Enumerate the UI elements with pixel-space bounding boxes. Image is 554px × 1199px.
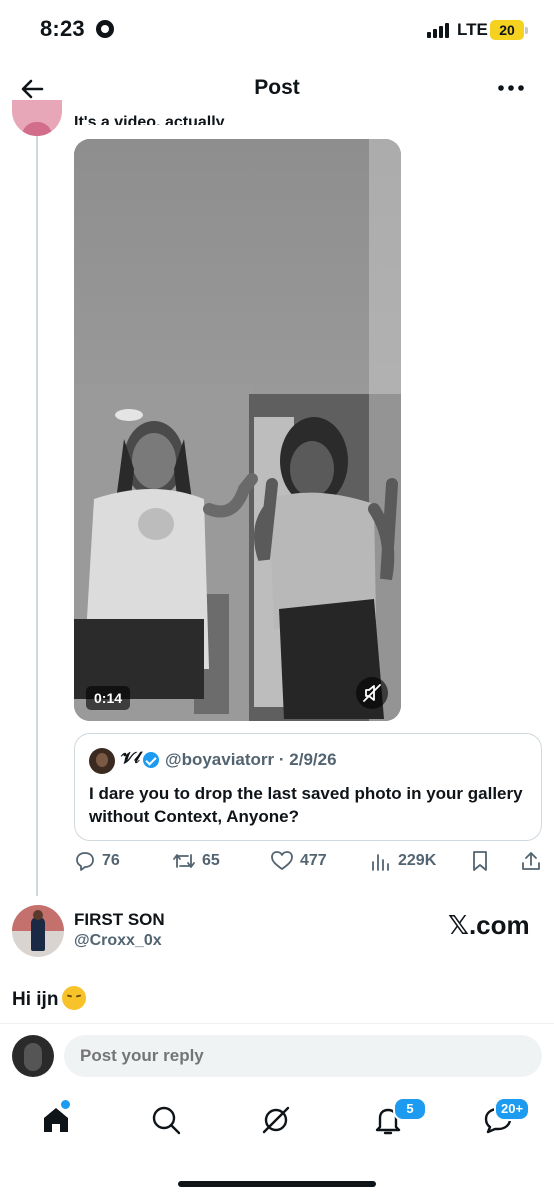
quoted-author-name: 𝓥𝓁 (121, 750, 140, 767)
post-video[interactable] (74, 139, 401, 721)
search-icon (152, 1106, 181, 1135)
nav-search[interactable] (146, 1100, 186, 1140)
pensive-face-emoji-icon (62, 986, 87, 1010)
nav-grok[interactable] (256, 1100, 296, 1140)
battery-level: 20 (490, 20, 524, 40)
notifications-badge: 5 (393, 1097, 427, 1121)
like-count: 477 (300, 852, 327, 869)
heart-icon (271, 851, 293, 870)
bottom-navigation (0, 1092, 554, 1152)
home-icon (44, 1108, 68, 1132)
reply-count: 76 (102, 852, 120, 869)
repost-count: 65 (202, 852, 220, 869)
reply-author-name[interactable]: FIRST SON (74, 910, 165, 930)
quoted-post-date: 2/9/26 (289, 750, 337, 769)
network-type: LTE (457, 20, 488, 39)
status-bar: 8:23 LTE 20 (0, 0, 554, 62)
nav-home[interactable] (36, 1100, 76, 1140)
divider (0, 1023, 554, 1024)
reply-icon (76, 852, 94, 871)
views-button[interactable]: 229K (370, 848, 436, 874)
like-button[interactable]: 477 (270, 848, 327, 874)
more-dots-icon (498, 85, 524, 91)
analytics-icon (372, 854, 389, 871)
parent-author-avatar[interactable] (12, 100, 62, 136)
post-action-bar: 76 65 477 229K (74, 848, 544, 874)
quoted-author-meta: @boyaviatorr · 2/9/26 (165, 750, 337, 769)
page-title: Post (254, 76, 300, 99)
home-indicator[interactable] (178, 1181, 376, 1187)
x-source-link[interactable]: 𝕏.com (448, 910, 530, 941)
share-icon (522, 852, 540, 870)
grok-icon (262, 1106, 290, 1134)
reply-author-handle[interactable]: @Croxx_0x (74, 932, 162, 950)
battery-tip-icon (525, 27, 528, 34)
home-unread-dot (61, 1100, 70, 1109)
video-frame (74, 139, 401, 721)
messages-badge: 20+ (494, 1097, 531, 1121)
parent-post-text: It's a video, actually (74, 114, 225, 125)
speaker-muted-icon (363, 684, 381, 702)
view-count: 229K (398, 852, 437, 869)
reply-post-text: Hi ijn (12, 986, 87, 1011)
current-user-avatar (12, 1035, 54, 1077)
more-options-button[interactable] (496, 76, 526, 100)
quoted-post-card[interactable]: 𝓥𝓁 @boyaviatorr · 2/9/26 I dare you to d… (74, 733, 542, 841)
quoted-author-avatar (89, 748, 115, 774)
status-time: 8:23 (40, 16, 85, 41)
share-button[interactable] (520, 848, 548, 874)
signal-strength-icon (427, 22, 453, 38)
mute-button[interactable] (356, 677, 388, 709)
verified-badge-icon (143, 752, 159, 768)
focus-mode-icon (96, 20, 114, 38)
reply-text-content: Hi ijn (12, 989, 59, 1010)
reply-author-avatar[interactable] (12, 905, 64, 957)
video-duration: 0:14 (86, 686, 131, 710)
bookmark-icon (473, 851, 487, 871)
repost-button[interactable]: 65 (172, 848, 220, 874)
repost-icon (173, 854, 195, 868)
reply-input[interactable] (64, 1035, 542, 1077)
thread-connector-line (36, 136, 38, 896)
bookmark-button[interactable] (470, 848, 496, 874)
reply-button[interactable]: 76 (74, 848, 120, 874)
quoted-author-handle: @boyaviatorr (165, 750, 275, 769)
quoted-post-text: I dare you to drop the last saved photo … (89, 784, 523, 826)
